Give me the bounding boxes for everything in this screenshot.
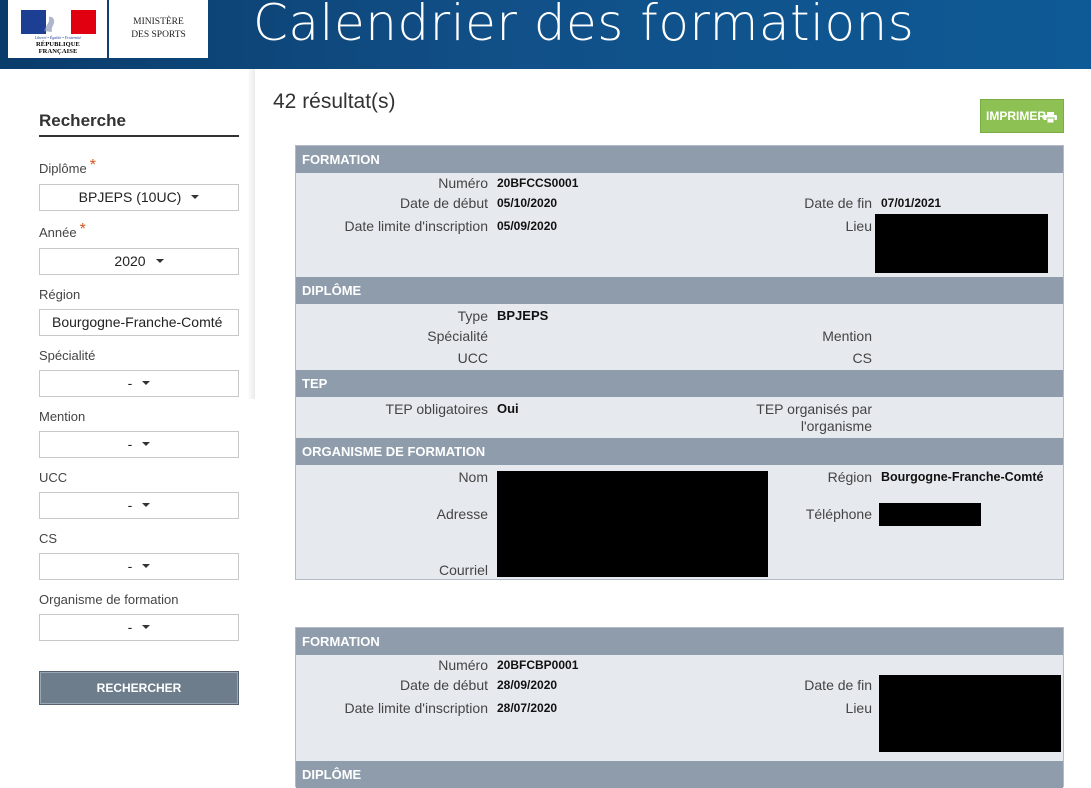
section-header-organisme: ORGANISME DE FORMATION xyxy=(296,438,1063,465)
search-title-divider xyxy=(39,135,239,137)
section-header-formation: FORMATION xyxy=(296,146,1063,173)
date-limite-value: 05/09/2020 xyxy=(497,219,558,233)
site-header: Liberté • Égalité • Fraternité RÉPUBLIQU… xyxy=(0,0,1091,69)
redacted-date-fin-lieu xyxy=(879,675,1061,752)
date-debut-value: 05/10/2020 xyxy=(497,196,558,210)
redacted-lieu xyxy=(875,214,1048,273)
region-field[interactable]: Bourgogne-Franche-Comté xyxy=(39,309,239,336)
chevron-down-icon xyxy=(142,442,151,447)
section-header-diplome: DIPLÔME xyxy=(296,277,1063,304)
section-header-tep: TEP xyxy=(296,370,1063,397)
tep-organises-label-line-1: TEP organisés par xyxy=(756,401,872,417)
diplome-label: Diplôme * xyxy=(39,157,96,176)
print-button[interactable]: IMPRIMER xyxy=(980,99,1064,133)
republique-francaise-logo[interactable]: Liberté • Égalité • Fraternité RÉPUBLIQU… xyxy=(8,0,107,58)
mention-label: Mention xyxy=(39,409,86,424)
chevron-down-icon xyxy=(142,564,151,569)
section-header-diplome: DIPLÔME xyxy=(296,761,1063,788)
lieu-label: Lieu xyxy=(845,218,872,234)
numero-value: 20BFCBP0001 xyxy=(497,658,579,672)
region-value: Bourgogne-Franche-Comté xyxy=(881,470,1044,484)
diplome-select[interactable]: BPJEPS (10UC) xyxy=(39,184,239,211)
formation-card: FORMATION Numéro 20BFCCS0001 Date de déb… xyxy=(295,145,1064,580)
printer-icon xyxy=(1044,112,1057,123)
annee-label: Année * xyxy=(39,221,86,240)
type-label: Type xyxy=(457,308,488,324)
formation-card: FORMATION Numéro 20BFCBP0001 Date de déb… xyxy=(295,627,1064,788)
cs-label: CS xyxy=(852,350,872,366)
cs-label: CS xyxy=(39,531,58,546)
date-fin-value: 07/01/2021 xyxy=(881,196,942,210)
chevron-down-icon xyxy=(142,381,151,386)
required-mark: * xyxy=(89,157,96,174)
numero-label: Numéro xyxy=(438,175,488,191)
date-limite-value: 28/07/2020 xyxy=(497,701,558,715)
chevron-down-icon xyxy=(142,625,151,630)
telephone-label: Téléphone xyxy=(805,506,872,522)
ministry-logo[interactable]: MINISTÈRE DES SPORTS xyxy=(109,0,208,58)
marianne-flag-icon xyxy=(21,10,96,34)
results-count: 42 résultat(s) xyxy=(273,90,396,113)
ministry-name: MINISTÈRE DES SPORTS xyxy=(109,16,208,42)
chevron-down-icon xyxy=(155,259,164,264)
date-debut-label: Date de début xyxy=(400,677,488,693)
organisme-select[interactable]: - xyxy=(39,614,239,641)
redacted-telephone xyxy=(879,503,981,526)
republique-francaise-text: RÉPUBLIQUE FRANÇAISE xyxy=(36,41,80,55)
courriel-label: Courriel xyxy=(438,562,488,578)
region-label: Région xyxy=(39,287,81,302)
numero-value: 20BFCCS0001 xyxy=(497,176,579,190)
cs-select[interactable]: - xyxy=(39,553,239,580)
chevron-down-icon xyxy=(191,195,200,200)
ucc-label: UCC xyxy=(457,350,488,366)
devise-text: Liberté • Égalité • Fraternité xyxy=(34,35,82,40)
ucc-label: UCC xyxy=(39,470,68,485)
tep-obligatoires-label: TEP obligatoires xyxy=(385,401,488,417)
print-button-label: IMPRIMER xyxy=(986,109,1046,123)
organisme-label: Organisme de formation xyxy=(39,592,179,607)
specialite-label: Spécialité xyxy=(39,348,96,363)
tep-organises-label: TEP organisés par l'organisme xyxy=(696,401,872,435)
region-label: Région xyxy=(827,469,872,485)
date-debut-value: 28/09/2020 xyxy=(497,678,558,692)
date-debut-label: Date de début xyxy=(400,195,488,211)
tep-organises-label-line-2: l'organisme xyxy=(800,418,872,434)
search-title: Recherche xyxy=(39,111,126,130)
mention-label: Mention xyxy=(822,328,872,344)
redacted-organisme-details xyxy=(497,471,768,577)
ucc-select[interactable]: - xyxy=(39,492,239,519)
chevron-down-icon xyxy=(142,503,151,508)
date-limite-label: Date limite d'inscription xyxy=(344,218,488,234)
adresse-label: Adresse xyxy=(436,506,488,522)
ministry-line-2: DES SPORTS xyxy=(131,30,186,40)
mention-select[interactable]: - xyxy=(39,431,239,458)
numero-label: Numéro xyxy=(438,657,488,673)
lieu-label: Lieu xyxy=(845,700,872,716)
search-button[interactable]: RECHERCHER xyxy=(39,671,239,705)
specialite-select[interactable]: - xyxy=(39,370,239,397)
tep-obligatoires-value: Oui xyxy=(497,401,519,416)
ministry-line-1: MINISTÈRE xyxy=(133,17,184,27)
nom-label: Nom xyxy=(458,469,488,485)
date-limite-label: Date limite d'inscription xyxy=(344,700,488,716)
site-title: Calendrier des formations xyxy=(253,0,915,52)
specialite-label: Spécialité xyxy=(427,328,488,344)
date-fin-label: Date de fin xyxy=(804,195,872,211)
type-value: BPJEPS xyxy=(497,308,549,323)
required-mark: * xyxy=(79,221,86,238)
date-fin-label: Date de fin xyxy=(804,677,872,693)
annee-select[interactable]: 2020 xyxy=(39,248,239,275)
section-header-formation: FORMATION xyxy=(296,628,1063,655)
